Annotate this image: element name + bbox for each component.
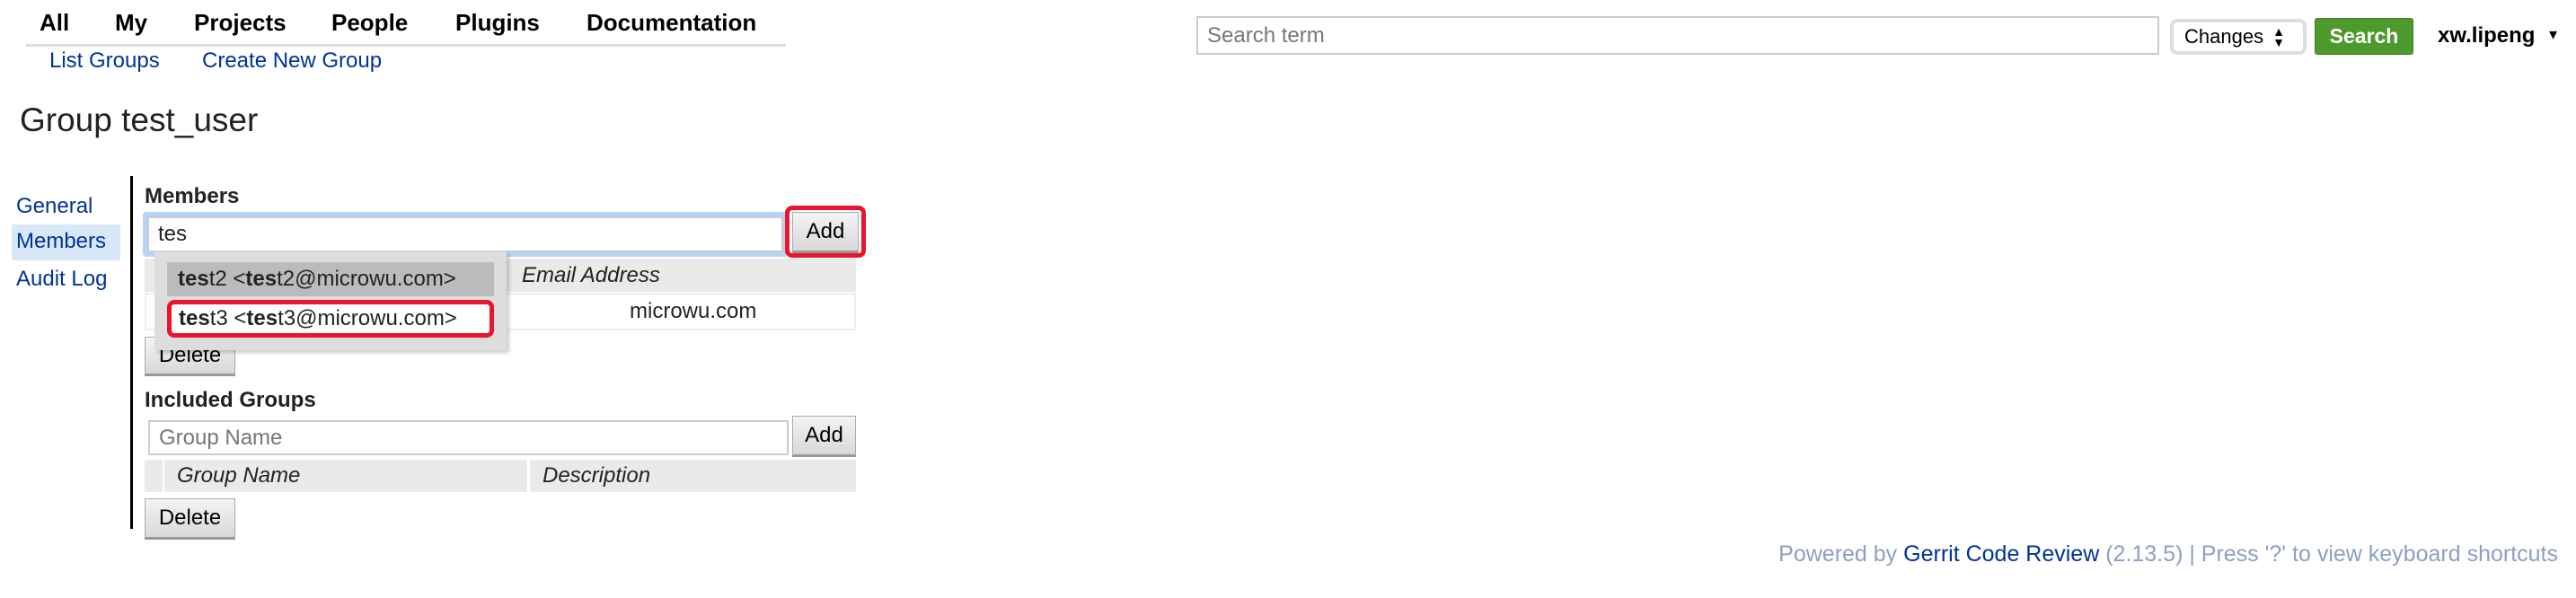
add-member-button[interactable]: Add xyxy=(792,212,859,253)
footer-powered: Powered by xyxy=(1778,541,1898,567)
members-heading: Members xyxy=(145,184,240,208)
updown-arrows-icon: ▲ ▼ xyxy=(2272,24,2285,49)
footer: Powered by Gerrit Code Review (2.13.5) |… xyxy=(1778,541,2558,567)
nav-plugins[interactable]: Plugins xyxy=(455,9,540,37)
user-menu[interactable]: xw.lipeng xyxy=(2438,23,2535,48)
sidebar-divider xyxy=(130,176,133,529)
footer-version: (2.13.5) | Press '?' to view keyboard sh… xyxy=(2105,541,2558,567)
nav-people[interactable]: People xyxy=(331,9,408,37)
member-email: microwu.com xyxy=(630,299,757,323)
search-scope-value: Changes xyxy=(2184,25,2264,48)
suggestion-test3[interactable]: tes t3 < tes t3@microwu.com> xyxy=(167,300,494,338)
col-description: Description xyxy=(530,460,856,492)
nav-documentation[interactable]: Documentation xyxy=(587,9,756,37)
sidebar-item-members[interactable]: Members xyxy=(16,229,106,254)
included-groups-heading: Included Groups xyxy=(145,388,316,412)
search-button[interactable]: Search xyxy=(2315,18,2413,55)
list-groups-link[interactable]: List Groups xyxy=(49,48,160,74)
nav-projects[interactable]: Projects xyxy=(194,9,287,37)
delete-group-button[interactable]: Delete xyxy=(145,498,235,540)
member-input[interactable]: tes xyxy=(147,216,783,252)
nav-all[interactable]: All xyxy=(40,9,69,37)
sidebar-item-audit-log[interactable]: Audit Log xyxy=(16,267,107,292)
nav-divider xyxy=(26,44,786,47)
search-scope-select[interactable]: Changes ▲ ▼ xyxy=(2170,19,2307,55)
col-group-name: Group Name xyxy=(164,460,527,492)
search-input[interactable]: Search term xyxy=(1196,16,2159,55)
gerrit-link[interactable]: Gerrit Code Review xyxy=(1903,541,2099,567)
chevron-down-icon[interactable]: ▾ xyxy=(2549,25,2557,44)
add-group-button[interactable]: Add xyxy=(792,416,856,457)
suggestion-popup: tes t2 < tes t2@microwu.com> tes t3 < tes t3@m… xyxy=(154,251,507,350)
col-email-address: Email Address xyxy=(522,262,660,287)
page-title: Group test_user xyxy=(20,101,259,138)
create-group-link[interactable]: Create New Group xyxy=(202,48,382,74)
checkbox-column-header xyxy=(145,460,163,492)
suggestion-test2[interactable]: tes t2 < tes t2@microwu.com> xyxy=(167,262,494,296)
group-name-input[interactable]: Group Name xyxy=(148,420,789,455)
sidebar-item-general[interactable]: General xyxy=(16,194,93,219)
nav-my[interactable]: My xyxy=(115,9,147,37)
